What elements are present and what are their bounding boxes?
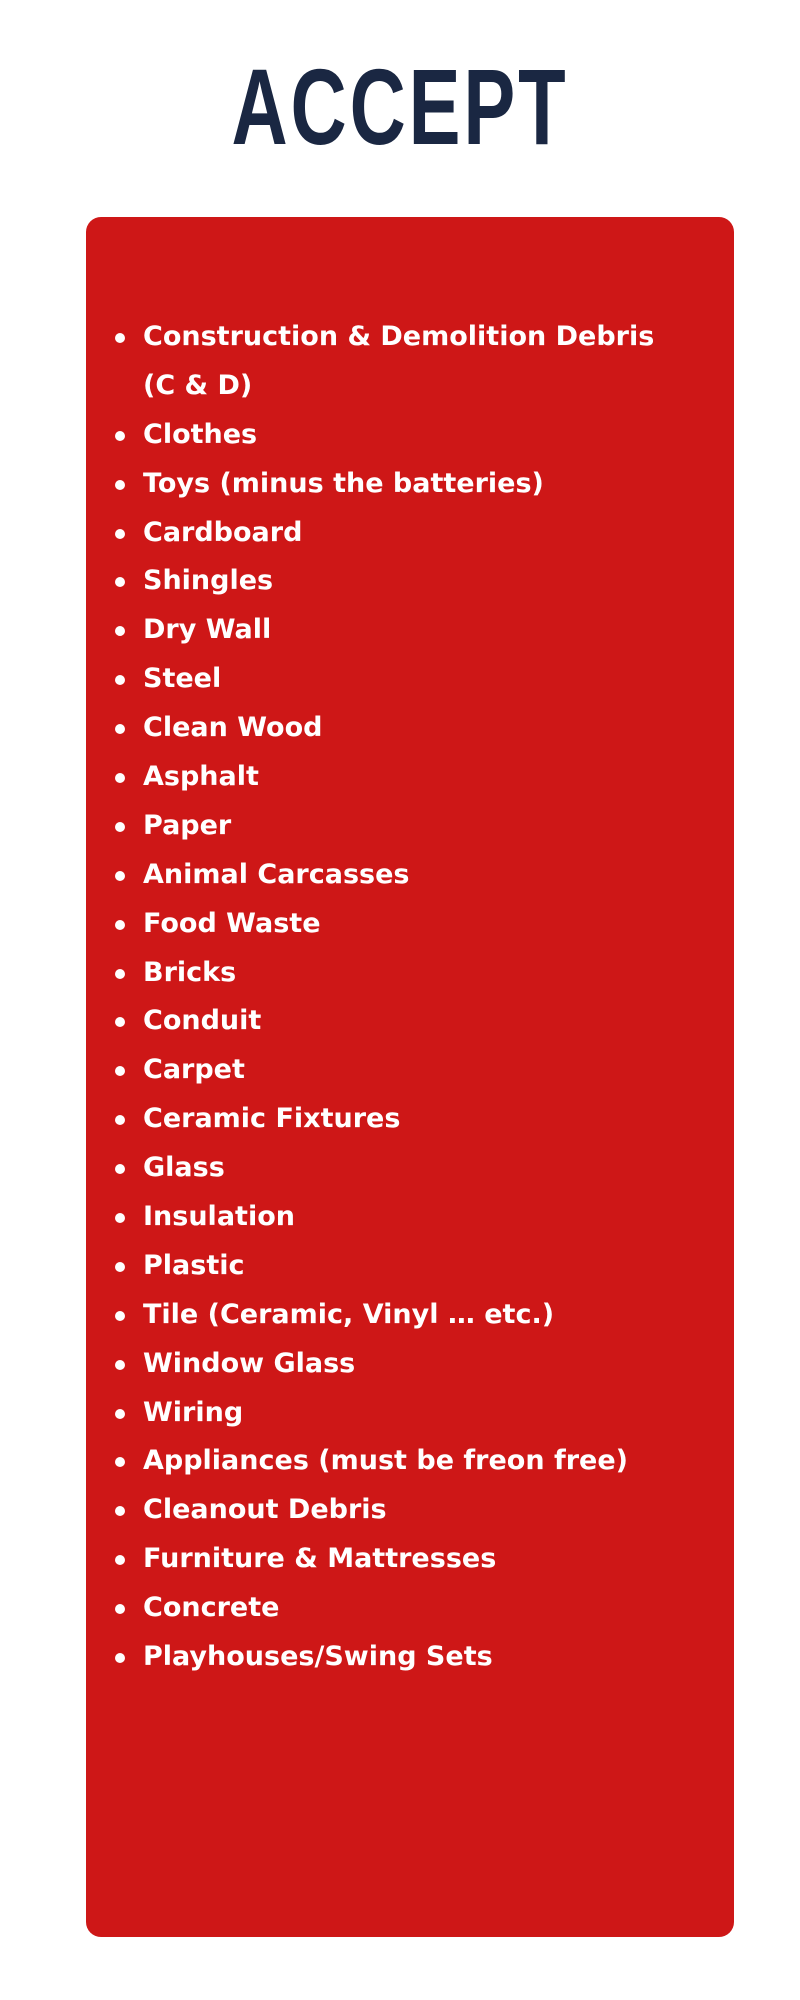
list-item: Clean Wood (86, 704, 734, 753)
bullet-dot-icon (115, 1213, 125, 1224)
page-title-text: ACCEPT (231, 46, 569, 167)
list-item: Steel (86, 655, 734, 704)
bullet-dot-icon (115, 577, 125, 588)
list-item-label: Cardboard (143, 516, 303, 548)
list-item: Carpet (86, 1046, 734, 1095)
list-item-label: Concrete (143, 1592, 280, 1624)
list-item-label: Window Glass (143, 1347, 356, 1379)
list-item: Window Glass (86, 1340, 734, 1389)
bullet-dot-icon (115, 1066, 125, 1077)
list-item-label: Tile (Ceramic, Vinyl … etc.) (143, 1298, 555, 1330)
list-item: Ceramic Fixtures (86, 1095, 734, 1144)
list-item-label: Clothes (143, 418, 258, 450)
list-item: Bricks (86, 949, 734, 998)
list-item-label: Ceramic Fixtures (143, 1103, 401, 1135)
bullet-dot-icon (115, 870, 125, 881)
list-item-label: Steel (143, 663, 222, 695)
page-title: ACCEPT (0, 52, 800, 162)
list-item: Cardboard (86, 509, 734, 558)
list-item-label: Food Waste (143, 907, 321, 939)
list-item-label: Carpet (143, 1054, 245, 1086)
bullet-dot-icon (115, 626, 125, 637)
list-item: Cleanout Debris (86, 1486, 734, 1535)
bullet-dot-icon (115, 1261, 125, 1272)
list-item-label: Shingles (143, 565, 274, 597)
list-item: Glass (86, 1144, 734, 1193)
list-item: Concrete (86, 1584, 734, 1633)
list-item: Conduit (86, 997, 734, 1046)
list-item-label: Wiring (143, 1396, 244, 1428)
bullet-dot-icon (115, 821, 125, 832)
list-item-label: Glass (143, 1152, 225, 1184)
bullet-dot-icon (115, 528, 125, 539)
bullet-dot-icon (115, 919, 125, 930)
bullet-dot-icon (115, 1017, 125, 1028)
bullet-dot-icon (115, 968, 125, 979)
bullet-dot-icon (115, 1359, 125, 1370)
list-item-label: Clean Wood (143, 712, 323, 744)
list-item-label: Cleanout Debris (143, 1494, 387, 1526)
list-item-label: Plastic (143, 1249, 245, 1281)
list-item-label: Bricks (143, 956, 237, 988)
list-item: Toys (minus the batteries) (86, 460, 734, 509)
bullet-dot-icon (115, 1604, 125, 1615)
list-item-label: Furniture & Mattresses (143, 1543, 497, 1575)
list-item: Clothes (86, 411, 734, 460)
list-item: Playhouses/Swing Sets (86, 1633, 734, 1682)
bullet-dot-icon (115, 1555, 125, 1566)
bullet-dot-icon (115, 430, 125, 441)
accepted-items-list: Construction & Demolition Debris (C & D) C… (86, 313, 734, 1682)
list-item-label: Playhouses/Swing Sets (143, 1641, 493, 1673)
bullet-dot-icon (115, 724, 125, 735)
list-item-label: (C & D) (143, 369, 253, 401)
bullet-dot-icon (115, 1408, 125, 1419)
bullet-dot-icon (115, 675, 125, 686)
bullet-dot-icon (115, 773, 125, 784)
bullet-dot-icon (115, 1653, 125, 1664)
list-item: Furniture & Mattresses (86, 1535, 734, 1584)
list-item: Food Waste (86, 900, 734, 949)
list-item: Plastic (86, 1242, 734, 1291)
list-item-label: Insulation (143, 1201, 295, 1233)
list-item: Appliances (must be freon free) (86, 1437, 734, 1486)
bullet-dot-icon (115, 479, 125, 490)
list-item: Dry Wall (86, 606, 734, 655)
list-item-label: Toys (minus the batteries) (143, 467, 544, 499)
list-item-label: Dry Wall (143, 614, 272, 646)
list-item: Tile (Ceramic, Vinyl … etc.) (86, 1291, 734, 1340)
list-item-label: Paper (143, 809, 232, 841)
list-item-label: Appliances (must be freon free) (143, 1445, 628, 1477)
bullet-dot-icon (115, 1164, 125, 1175)
list-item-label: Asphalt (143, 761, 259, 793)
list-item-label: Conduit (143, 1005, 262, 1037)
list-item: Paper (86, 802, 734, 851)
list-item: Construction & Demolition Debris (86, 313, 734, 362)
list-item: Wiring (86, 1389, 734, 1438)
list-item: Animal Carcasses (86, 851, 734, 900)
list-item-label: Construction & Demolition Debris (143, 321, 655, 352)
bullet-dot-icon (115, 1115, 125, 1126)
bullet-dot-icon (115, 1310, 125, 1321)
list-item: Shingles (86, 557, 734, 606)
bullet-dot-icon (115, 333, 125, 343)
bullet-dot-icon (115, 1506, 125, 1517)
bullet-dot-icon (115, 1457, 125, 1468)
accepted-items-panel: Construction & Demolition Debris (C & D) C… (86, 217, 734, 1937)
list-item-label: Animal Carcasses (143, 858, 410, 890)
list-item: Insulation (86, 1193, 734, 1242)
list-item: Asphalt (86, 753, 734, 802)
list-item-continuation: (C & D) (86, 362, 734, 411)
